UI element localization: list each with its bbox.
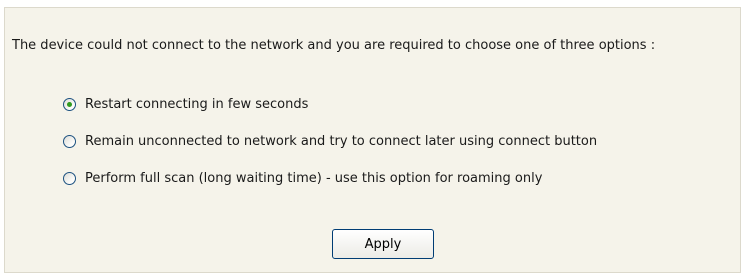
option-full-scan[interactable]: Perform full scan (long waiting time) - … xyxy=(63,166,597,190)
option-label: Remain unconnected to network and try to… xyxy=(85,133,598,149)
option-label: Perform full scan (long waiting time) - … xyxy=(85,170,543,186)
option-restart-connecting[interactable]: Restart connecting in few seconds xyxy=(63,92,597,116)
connection-options-radio-group: Restart connecting in few seconds Remain… xyxy=(63,92,597,203)
apply-button[interactable]: Apply xyxy=(332,229,434,259)
instruction-message: The device could not connect to the netw… xyxy=(12,38,656,53)
radio-button[interactable] xyxy=(63,134,76,148)
option-label: Restart connecting in few seconds xyxy=(85,96,309,112)
option-remain-unconnected[interactable]: Remain unconnected to network and try to… xyxy=(63,129,597,153)
connection-options-panel: The device could not connect to the netw… xyxy=(4,7,741,273)
radio-button[interactable] xyxy=(63,171,76,185)
radio-button-selected[interactable] xyxy=(63,97,76,111)
